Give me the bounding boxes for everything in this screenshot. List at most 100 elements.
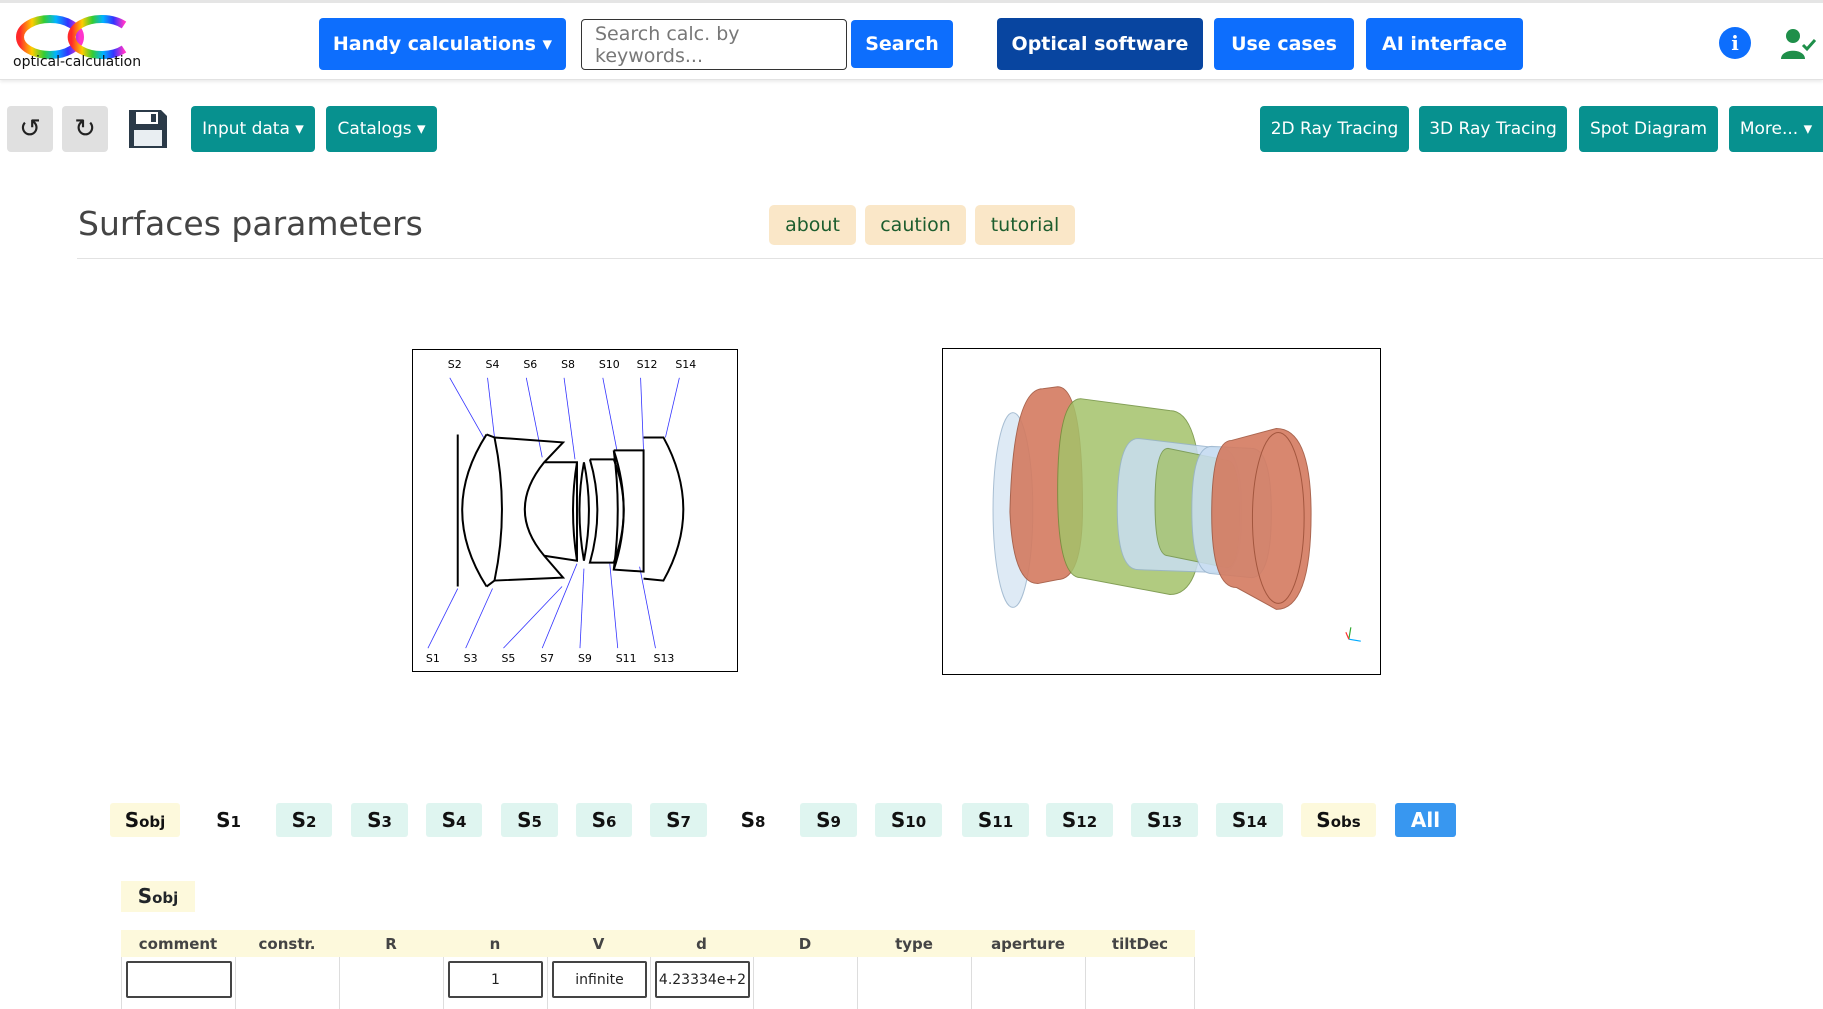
label-s5: S5 — [501, 652, 515, 665]
col-comment: comment — [138, 934, 218, 953]
col-constr: constr. — [258, 934, 316, 953]
tab-sub: 14 — [1246, 813, 1268, 831]
more-dropdown[interactable]: More... ▾ — [1729, 106, 1823, 152]
tab-s12[interactable]: S 12 — [1046, 803, 1113, 837]
logo-text: optical-calculation — [13, 54, 142, 70]
section-label-sobj: Sobj — [121, 881, 195, 912]
user-check-icon[interactable] — [1780, 27, 1816, 61]
spot-diagram-button[interactable]: Spot Diagram — [1579, 106, 1718, 152]
tab-sub: 2 — [305, 813, 317, 831]
cell-constr — [236, 957, 340, 1009]
tab-sub: 9 — [830, 813, 841, 831]
section-label-base: S — [137, 884, 153, 908]
tab-base: S — [591, 808, 606, 832]
info-icon[interactable]: i — [1719, 27, 1751, 59]
tab-s3[interactable]: S3 — [351, 803, 408, 837]
comment-input[interactable] — [126, 961, 232, 998]
tab-s10[interactable]: S 10 — [875, 803, 942, 837]
search-button[interactable]: Search — [851, 20, 953, 68]
tab-sub: 5 — [531, 813, 542, 831]
tab-s9[interactable]: S9 — [800, 803, 857, 837]
label-s9: S9 — [578, 652, 592, 665]
input-data-dropdown[interactable]: Input data ▾ — [191, 106, 315, 152]
section-label-sub: obj — [152, 889, 179, 907]
col-d: d — [696, 934, 707, 953]
tab-sub: 3 — [381, 813, 392, 831]
tab-base: S — [816, 808, 831, 832]
col-n: n — [489, 934, 501, 953]
lens-3d-view — [942, 348, 1381, 675]
tab-sub: 7 — [680, 813, 691, 831]
tab-base: S — [1146, 808, 1162, 832]
tab-s5[interactable]: S5 — [501, 803, 558, 837]
n-input[interactable]: 1 — [448, 961, 543, 998]
label-s6: S6 — [523, 358, 537, 371]
top-navbar: optical-calculation Handy calculations ▾… — [0, 0, 1823, 80]
page-title: Surfaces parameters — [78, 204, 423, 243]
tab-s1[interactable]: S1 — [206, 803, 251, 837]
col-aperture: aperture — [991, 934, 1065, 953]
tab-sub: 4 — [455, 813, 467, 831]
3d-ray-tracing-button[interactable]: 3D Ray Tracing — [1419, 106, 1567, 152]
surface-table-header: comment constr. R n V d D type aperture … — [121, 930, 1195, 957]
col-diameter: D — [798, 934, 812, 953]
tab-base: S — [367, 808, 382, 832]
search-input[interactable]: Search calc. by keywords... — [581, 19, 847, 70]
tab-base: S — [1231, 808, 1247, 832]
cell-d: 4.23334e+2 — [651, 957, 754, 1009]
tutorial-button[interactable]: tutorial — [975, 205, 1075, 245]
tab-s8[interactable]: S8 — [725, 803, 781, 837]
col-type: type — [895, 934, 933, 953]
tab-s4[interactable]: S4 — [426, 803, 482, 837]
save-icon[interactable] — [127, 108, 169, 150]
label-s7: S7 — [540, 652, 554, 665]
cell-r — [340, 957, 444, 1009]
tab-sobj[interactable]: Sobj — [110, 803, 180, 837]
label-s14: S14 — [675, 358, 696, 371]
tab-sub: 6 — [605, 813, 617, 831]
tab-base: S — [1061, 808, 1077, 832]
tab-s13[interactable]: S 13 — [1131, 803, 1198, 837]
label-s10: S10 — [599, 358, 620, 371]
label-s12: S12 — [637, 358, 658, 371]
tab-all[interactable]: All — [1395, 803, 1456, 837]
label-s4: S4 — [486, 358, 500, 371]
catalogs-dropdown[interactable]: Catalogs ▾ — [326, 106, 437, 152]
2d-ray-tracing-button[interactable]: 2D Ray Tracing — [1260, 106, 1409, 152]
tab-base: S — [291, 808, 306, 832]
cell-n: 1 — [444, 957, 548, 1009]
tab-s14[interactable]: S 14 — [1216, 803, 1283, 837]
tab-s2[interactable]: S2 — [276, 803, 332, 837]
tab-sub: 10 — [905, 813, 927, 831]
redo-button[interactable]: ↻ — [62, 106, 108, 152]
col-v: V — [592, 934, 605, 953]
about-button[interactable]: about — [769, 205, 856, 245]
tab-base: S — [890, 808, 906, 832]
caution-button[interactable]: caution — [865, 205, 966, 245]
tab-base: S — [441, 808, 456, 832]
cell-aperture — [972, 957, 1086, 1009]
v-input[interactable]: infinite — [552, 961, 647, 998]
handy-calculations-dropdown[interactable]: Handy calculations ▾ — [319, 18, 566, 70]
lens-2d-diagram: S2 S4 S6 S8 S10 S12 S14 S1 S3 S5 S7 S9 S… — [412, 349, 738, 672]
d-input[interactable]: 4.23334e+2 — [655, 961, 750, 998]
label-s3: S3 — [464, 652, 478, 665]
tab-sub: 1 — [230, 813, 241, 831]
divider — [77, 258, 1823, 259]
use-cases-button[interactable]: Use cases — [1214, 18, 1354, 70]
label-s8: S8 — [561, 358, 575, 371]
cell-v: infinite — [548, 957, 651, 1009]
tab-sobs[interactable]: Sobs — [1301, 803, 1376, 837]
optical-software-button[interactable]: Optical software — [997, 18, 1203, 70]
label-s11: S11 — [616, 652, 637, 665]
tab-base: S — [216, 808, 231, 832]
cell-type — [858, 957, 972, 1009]
tab-sub: 8 — [754, 813, 766, 831]
ai-interface-button[interactable]: AI interface — [1366, 18, 1523, 70]
tab-s7[interactable]: S7 — [650, 803, 707, 837]
tab-s6[interactable]: S6 — [576, 803, 632, 837]
label-s13: S13 — [654, 652, 675, 665]
col-tiltdec: tiltDec — [1111, 934, 1169, 953]
undo-button[interactable]: ↺ — [7, 106, 53, 152]
tab-s11[interactable]: S 11 — [962, 803, 1029, 837]
